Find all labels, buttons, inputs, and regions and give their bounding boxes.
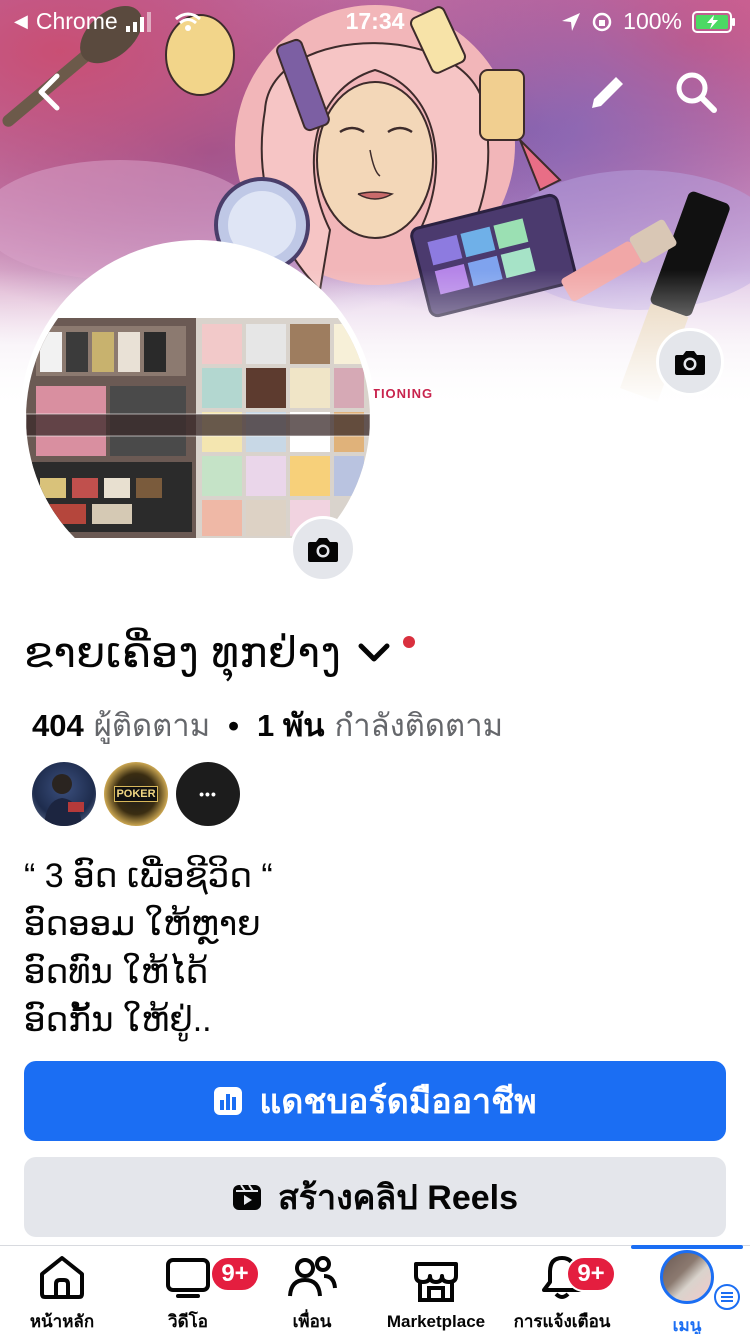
profile-bio: “ 3 ອົດ ເພື່ອຊີວິດ “ ອົດອອມ ໃຫ້ຫຼາຍ ອົດທ… [24,852,273,1044]
tab-menu[interactable]: เมนู [636,1246,740,1334]
bio-line: “ 3 ອົດ ເພື່ອຊີວິດ “ [24,857,273,895]
more-friends-button[interactable]: ••• [176,762,240,826]
reels-icon [232,1184,261,1210]
tab-menu-label: เมนู [672,1316,702,1334]
friends-preview: POKER ••• [32,762,240,826]
followers-count[interactable]: 404 [32,708,84,744]
marketplace-store-icon [414,1262,458,1302]
pencil-icon [592,77,623,108]
following-count[interactable]: 1 พัน [257,700,324,750]
more-dots-icon: ••• [199,786,217,802]
status-bar: ◀ Chrome 17:34 100% [0,0,750,40]
battery-charging-icon [692,10,735,33]
bottom-tab-bar: หน้าหลัก 9+ วิดีโอ เพื่อน Marketplace 9+… [0,1245,750,1334]
tab-video[interactable]: 9+ วิดีโอ [136,1246,260,1334]
orientation-lock-icon [592,12,612,31]
search-button[interactable] [670,66,722,118]
tab-friends[interactable]: เพื่อน [260,1246,364,1334]
bio-line: ອົດກັ້ນ ໃຫ້ຢູ່.. [24,1001,212,1039]
stats-separator: • [228,708,239,743]
professional-dashboard-button[interactable]: แดชบอร์ดมืออาชีพ [24,1061,726,1141]
edit-cover-photo-button[interactable] [656,328,724,396]
tab-friends-label: เพื่อน [292,1312,332,1331]
back-button[interactable] [26,68,74,116]
friend-avatar[interactable]: POKER [104,762,168,826]
professional-dashboard-label: แดชบอร์ดมืออาชีพ [259,1083,537,1121]
follow-stats: 404 ผู้ติดตาม • 1 พัน กำลังติดตาม [32,700,503,750]
active-tab-indicator [631,1245,743,1249]
edit-profile-picture-button[interactable] [290,516,356,582]
profile-name-row[interactable]: ຂາຍເຄື່ອງ ທຸກຢ່າງ [24,628,416,677]
tab-video-badge: 9+ [210,1256,260,1292]
home-icon [40,1256,84,1299]
tab-home[interactable]: หน้าหลัก [10,1246,114,1334]
location-arrow-icon [562,12,581,31]
menu-icon [714,1284,740,1310]
create-reels-label: สร้างคลิป Reels [277,1179,519,1217]
battery-percent: 100% [623,8,682,34]
tab-marketplace[interactable]: Marketplace [376,1246,496,1334]
chevron-left-icon [38,73,60,111]
tab-home-label: หน้าหลัก [29,1312,95,1331]
tab-video-label: วิดีโอ [168,1312,208,1331]
following-label[interactable]: กำลังติดตาม [334,700,503,750]
dashboard-chart-icon [214,1087,243,1115]
friends-icon [288,1256,337,1297]
camera-icon [675,351,705,375]
cover-watermark-text: TIONING [372,386,434,401]
chevron-down-icon[interactable] [357,642,391,664]
create-reels-button[interactable]: สร้างคลิป Reels [24,1157,726,1237]
friend-avatar-text: POKER [114,786,158,802]
video-icon [166,1258,210,1298]
menu-avatar [660,1250,714,1304]
bio-line: ອົດທົນ ໃຫ້ໄດ້ [24,953,209,991]
friend-avatar[interactable] [32,762,96,826]
tab-notifications-badge: 9+ [566,1256,616,1292]
tab-notifications[interactable]: 9+ การแจ้งเตือน [506,1246,618,1334]
camera-icon [308,538,338,562]
profile-name: ຂາຍເຄື່ອງ ທຸກຢ່າງ [24,629,342,676]
bio-line: ອົດອອມ ໃຫ້ຫຼາຍ [24,905,261,943]
search-icon [676,72,717,113]
tab-marketplace-label: Marketplace [386,1312,486,1331]
edit-profile-button[interactable] [584,68,632,116]
tab-notifications-label: การแจ้งเตือน [513,1312,611,1331]
notification-dot [403,635,416,648]
followers-label[interactable]: ผู้ติดตาม [94,700,210,750]
